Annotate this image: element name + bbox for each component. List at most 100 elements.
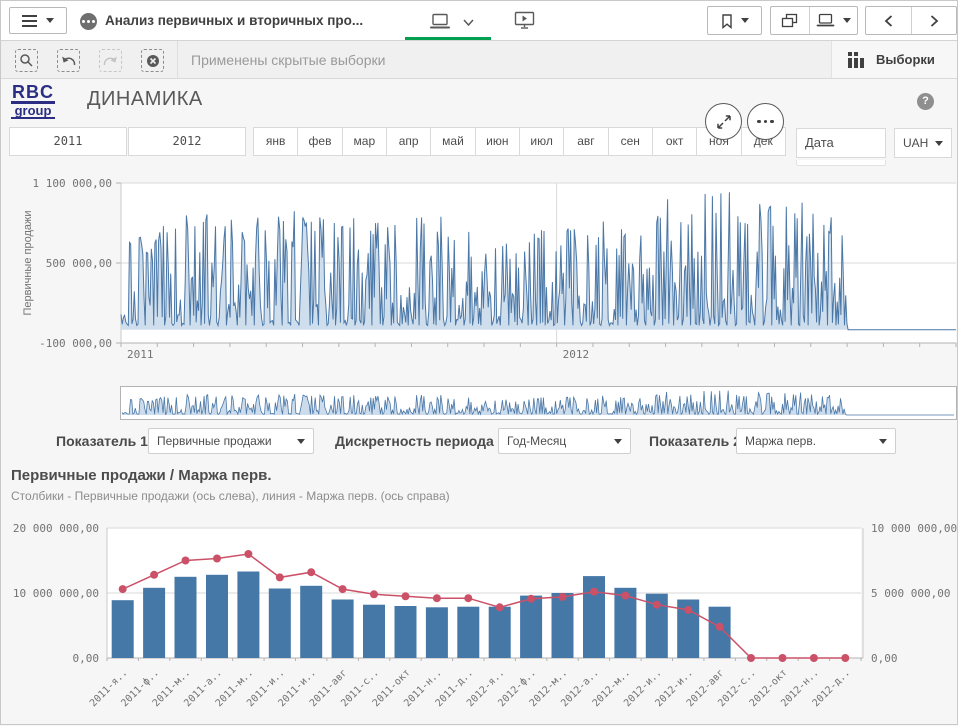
currency-dropdown[interactable]: UAH: [894, 128, 952, 158]
bar-2011-янв[interactable]: [112, 600, 134, 658]
line-point-2011-авг[interactable]: [339, 585, 347, 593]
month-filter-янв[interactable]: янв: [253, 127, 298, 156]
indicator2-dropdown[interactable]: Маржа перв.: [736, 428, 896, 454]
line-point-2012-май[interactable]: [621, 592, 629, 600]
month-filter-июл[interactable]: июл: [520, 127, 564, 156]
bar-2011-мар[interactable]: [175, 577, 197, 658]
bar-2012-фев[interactable]: [520, 596, 542, 658]
line-point-2012-окт[interactable]: [779, 654, 787, 662]
line-point-2011-июн[interactable]: [276, 573, 284, 581]
bar-2011-авг[interactable]: [332, 600, 354, 659]
month-filter-май[interactable]: май: [431, 127, 475, 156]
combo-right-tick: 10 000 000,00: [871, 522, 957, 535]
line-point-2011-ноя[interactable]: [433, 594, 441, 602]
more-options-button[interactable]: [747, 103, 784, 140]
sheet-list-button[interactable]: [809, 7, 857, 34]
active-view-underline: [405, 37, 491, 40]
laptop-icon: [816, 13, 836, 28]
month-filter-фев[interactable]: фев: [298, 127, 342, 156]
search-icon: [18, 52, 35, 69]
line-point-2011-июл[interactable]: [307, 568, 315, 576]
caret-down-icon: [843, 18, 851, 23]
line-point-2012-фев[interactable]: [527, 595, 535, 603]
bar-2012-авг[interactable]: [709, 607, 731, 658]
caret-down-icon: [614, 439, 622, 444]
chevron-down-icon[interactable]: [462, 18, 475, 27]
period-value: Год-Месяц: [507, 434, 566, 448]
smart-search-button[interactable]: [15, 49, 38, 72]
help-icon[interactable]: ?: [917, 93, 934, 110]
prev-sheet-button[interactable]: [866, 7, 911, 34]
global-menu-button[interactable]: [9, 7, 67, 34]
line-point-2011-сен[interactable]: [370, 590, 378, 598]
month-filter-мар[interactable]: мар: [343, 127, 387, 156]
timeline-x-tick: 2012: [563, 348, 590, 361]
line-point-2012-янв[interactable]: [496, 603, 504, 611]
month-filter-июн[interactable]: июн: [476, 127, 520, 156]
bar-2011-окт[interactable]: [395, 606, 417, 658]
selections-tool-label: Выборки: [876, 52, 935, 67]
line-point-2011-май[interactable]: [244, 550, 252, 558]
bar-2011-июл[interactable]: [300, 586, 322, 658]
bar-2011-сен[interactable]: [363, 605, 385, 658]
bar-2011-дек[interactable]: [457, 607, 479, 658]
month-filter-авг[interactable]: авг: [564, 127, 608, 156]
line-point-2011-янв[interactable]: [119, 585, 127, 593]
month-filter-окт[interactable]: окт: [653, 127, 697, 156]
next-sheet-button[interactable]: [911, 7, 956, 34]
timeline-y-tick: 500 000,00: [46, 257, 112, 270]
timeline-chart[interactable]: 1 100 000,00500 000,00-100 000,002011201…: [1, 166, 958, 381]
caret-down-icon: [879, 439, 887, 444]
duplicate-icon: [780, 12, 799, 29]
line-point-2011-мар[interactable]: [182, 557, 190, 565]
selections-tool-button[interactable]: Выборки: [831, 41, 957, 78]
app-options-icon[interactable]: [80, 13, 97, 30]
period-dropdown[interactable]: Год-Месяц: [498, 428, 631, 454]
indicator1-dropdown[interactable]: Первичные продажи: [148, 428, 314, 454]
line-point-2012-июн[interactable]: [653, 601, 661, 609]
line-point-2012-дек[interactable]: [841, 654, 849, 662]
duplicate-sheet-button[interactable]: [771, 7, 809, 34]
top-toolbar: Анализ первичных и вторичных про...: [1, 1, 957, 41]
combo-chart[interactable]: 20 000 000,0010 000 000,000,0010 000 000…: [1, 511, 958, 726]
bar-2011-апр[interactable]: [206, 575, 228, 658]
year-filter-2012[interactable]: 2012: [128, 127, 246, 156]
bar-2012-янв[interactable]: [489, 607, 511, 658]
bar-2011-ноя[interactable]: [426, 607, 448, 658]
line-point-2011-апр[interactable]: [213, 555, 221, 563]
line-point-2012-сен[interactable]: [747, 654, 755, 662]
month-filter-сен[interactable]: сен: [609, 127, 653, 156]
date-filter-field[interactable]: Дата: [796, 128, 886, 158]
hidden-selections-message: Применены скрытые выборки: [191, 41, 385, 79]
step-forward-button[interactable]: [99, 49, 122, 72]
year-filter-2011[interactable]: 2011: [9, 127, 127, 156]
clear-selections-button[interactable]: [141, 49, 164, 72]
bookmarks-button[interactable]: [708, 7, 761, 34]
line-point-2012-авг[interactable]: [716, 623, 724, 631]
redo-icon: [102, 53, 119, 68]
logo-bottom-text: group: [11, 104, 55, 119]
bar-2012-мар[interactable]: [552, 593, 574, 658]
combo-left-tick: 10 000 000,00: [13, 587, 99, 600]
bar-2011-фев[interactable]: [143, 588, 165, 658]
bar-2011-июн[interactable]: [269, 589, 291, 659]
timeline-y-axis-label: Первичные продажи: [22, 210, 34, 315]
month-filter-апр[interactable]: апр: [387, 127, 431, 156]
presentation-icon[interactable]: [514, 11, 536, 30]
line-point-2012-апр[interactable]: [590, 588, 598, 596]
caret-down-icon: [46, 18, 54, 23]
hamburger-icon: [22, 15, 37, 27]
line-point-2012-июл[interactable]: [684, 606, 692, 614]
bar-2011-май[interactable]: [237, 572, 259, 659]
expand-chart-button[interactable]: [705, 103, 742, 140]
timeline-scrubber[interactable]: [120, 386, 957, 420]
line-point-2012-ноя[interactable]: [810, 654, 818, 662]
line-point-2011-дек[interactable]: [464, 594, 472, 602]
line-point-2012-мар[interactable]: [559, 593, 567, 601]
line-point-2011-окт[interactable]: [402, 592, 410, 600]
period-label: Дискретность периода: [335, 428, 494, 454]
undo-icon: [60, 53, 77, 68]
line-point-2011-фев[interactable]: [150, 571, 158, 579]
sheet-view-laptop-icon[interactable]: [429, 13, 451, 30]
step-back-button[interactable]: [57, 49, 80, 72]
